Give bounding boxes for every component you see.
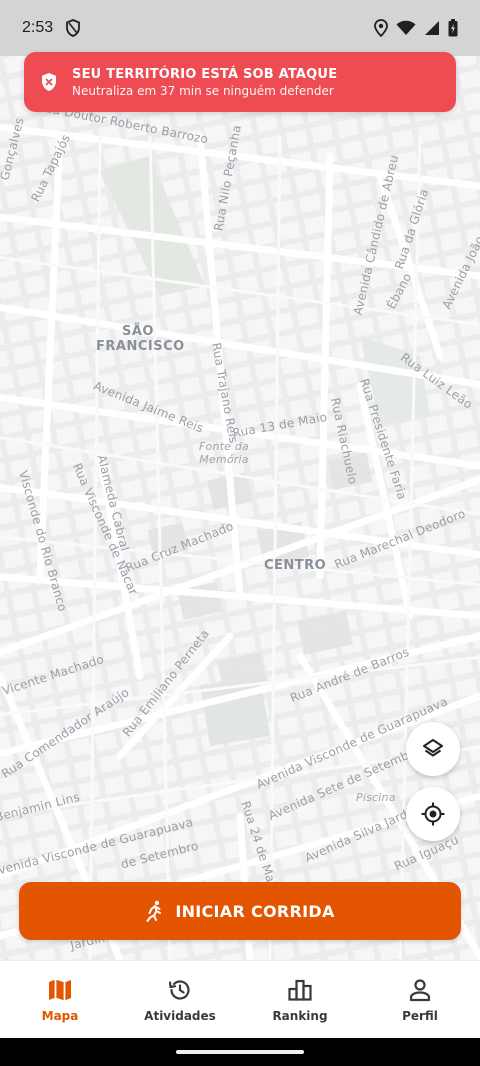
territory-attack-alert[interactable]: SEU TERRITÓRIO ESTÁ SOB ATAQUE Neutraliz… xyxy=(24,52,456,112)
running-person-icon xyxy=(146,900,162,922)
locate-icon xyxy=(421,802,445,826)
layers-button[interactable] xyxy=(406,722,460,776)
map-icon xyxy=(49,979,71,1000)
history-icon xyxy=(168,979,190,1000)
location-status-icon xyxy=(374,19,388,37)
nav-item-mapa[interactable]: Mapa xyxy=(0,961,120,1038)
status-time: 2:53 xyxy=(22,19,54,36)
locate-me-button[interactable] xyxy=(406,787,460,841)
gesture-bar xyxy=(0,1038,480,1066)
district-label-sao: SÃO xyxy=(122,324,154,339)
status-bar: 2:53 xyxy=(0,0,480,56)
layers-icon xyxy=(423,739,443,757)
nav-label-atividades: Atividades xyxy=(144,1008,216,1023)
shield-status-icon xyxy=(66,19,81,37)
alert-title: SEU TERRITÓRIO ESTÁ SOB ATAQUE xyxy=(72,66,338,82)
battery-status-icon xyxy=(448,19,458,37)
leaderboard-icon xyxy=(288,979,312,1001)
nav-item-atividades[interactable]: Atividades xyxy=(120,961,240,1038)
nav-item-perfil[interactable]: Perfil xyxy=(360,961,480,1038)
alert-subtitle: Neutraliza em 37 min se ninguém defender xyxy=(72,83,334,98)
nav-item-ranking[interactable]: Ranking xyxy=(240,961,360,1038)
poi-label-memoria: Memória xyxy=(199,453,249,466)
nav-label-perfil: Perfil xyxy=(402,1008,438,1023)
start-run-label: INICIAR CORRIDA xyxy=(175,901,335,921)
wifi-status-icon xyxy=(396,20,416,35)
district-label-centro: CENTRO xyxy=(264,558,327,573)
nav-label-ranking: Ranking xyxy=(272,1008,328,1023)
start-run-button[interactable]: INICIAR CORRIDA xyxy=(19,882,461,940)
person-icon xyxy=(409,978,431,1001)
district-label-francisco: FRANCISCO xyxy=(96,339,185,354)
signal-status-icon xyxy=(425,21,439,35)
poi-label-piscina: Piscina xyxy=(356,791,396,804)
poi-label-fonte: Fonte da xyxy=(199,440,249,453)
nav-label-mapa: Mapa xyxy=(41,1008,79,1023)
bottom-navigation: Mapa Atividades Ranking Perfil xyxy=(0,960,480,1038)
home-gesture-handle[interactable] xyxy=(176,1050,304,1054)
shield-alert-icon xyxy=(42,73,56,91)
